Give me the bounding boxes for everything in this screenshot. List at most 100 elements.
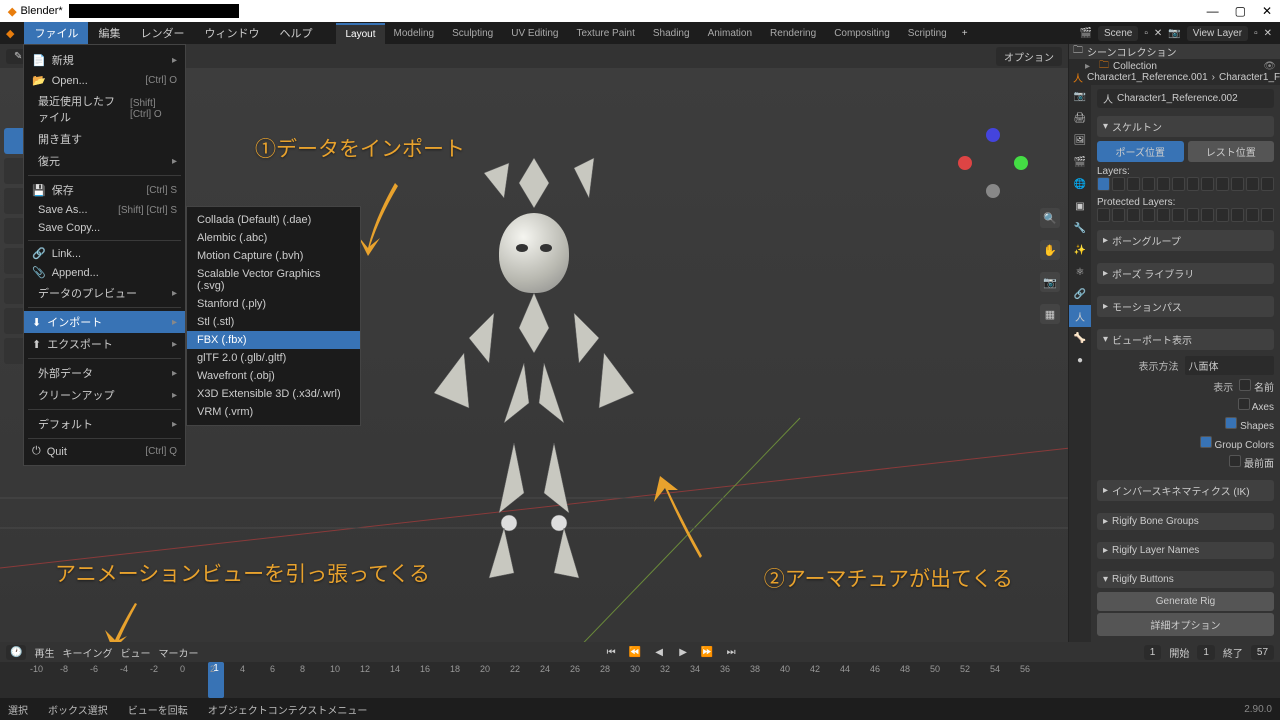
file-open[interactable]: 📂Open...[Ctrl] O bbox=[24, 71, 185, 90]
show-infront-checkbox[interactable] bbox=[1229, 455, 1241, 467]
display-as-dropdown[interactable]: 八面体 bbox=[1185, 356, 1275, 375]
tab-view[interactable]: 🖼 bbox=[1069, 129, 1091, 151]
menu-window[interactable]: ウィンドウ bbox=[194, 22, 269, 44]
tab-armature-data[interactable]: 人 bbox=[1069, 305, 1091, 327]
breadcrumb-2[interactable]: Character1_F bbox=[1219, 72, 1280, 83]
show-groupcolors-checkbox[interactable] bbox=[1200, 436, 1212, 448]
tab-shading[interactable]: Shading bbox=[644, 24, 699, 43]
file-save[interactable]: 💾保存[Ctrl] S bbox=[24, 179, 185, 201]
timeline-track[interactable]: 1 -10-8-6-4-2024681012141618202224262830… bbox=[0, 662, 1280, 698]
import-option[interactable]: Motion Capture (.bvh) bbox=[187, 247, 360, 265]
pose-position-button[interactable]: ポーズ位置 bbox=[1097, 141, 1184, 162]
tab-object[interactable]: ▣ bbox=[1069, 195, 1091, 217]
tab-modeling[interactable]: Modeling bbox=[385, 24, 444, 43]
rest-position-button[interactable]: レスト位置 bbox=[1188, 141, 1275, 162]
file-cleanup[interactable]: クリーンアップ▸ bbox=[24, 384, 185, 406]
outliner[interactable]: 🗀シーンコレクション ▸🗀Collection👁▸▽BLW_DEF.001👁▸📷… bbox=[1069, 44, 1280, 70]
import-option[interactable]: Collada (Default) (.dae) bbox=[187, 211, 360, 229]
outliner-item[interactable]: ▸🗀Collection👁 bbox=[1069, 59, 1280, 70]
section-rigify-bg[interactable]: ▸ Rigify Bone Groups bbox=[1097, 513, 1274, 530]
section-poselib[interactable]: ▸ ポーズ ライブラリ bbox=[1097, 263, 1274, 284]
tab-bone[interactable]: 🦴 bbox=[1069, 327, 1091, 349]
menu-help[interactable]: ヘルプ bbox=[269, 22, 322, 44]
tab-material[interactable]: ● bbox=[1069, 349, 1091, 371]
tab-constraints[interactable]: 🔗 bbox=[1069, 283, 1091, 305]
delete-layer-button[interactable]: ✕ bbox=[1264, 28, 1272, 39]
jump-start-button[interactable]: ⏮ bbox=[603, 644, 619, 660]
advanced-options-button[interactable]: 詳細オプション bbox=[1097, 613, 1274, 636]
maximize-button[interactable]: ▢ bbox=[1235, 4, 1246, 18]
file-recent[interactable]: 最近使用したファイル[Shift] [Ctrl] O bbox=[24, 90, 185, 128]
section-rigify-buttons[interactable]: ▾ Rigify Buttons bbox=[1097, 571, 1274, 588]
properties-panel[interactable]: 人Character1_Reference.002 ▾ スケルトン ポーズ位置 … bbox=[1091, 85, 1280, 642]
tab-sculpting[interactable]: Sculpting bbox=[443, 24, 502, 43]
scene-field[interactable]: Scene bbox=[1098, 26, 1138, 41]
tab-texture[interactable]: Texture Paint bbox=[567, 24, 643, 43]
file-new[interactable]: 📄新規▸ bbox=[24, 49, 185, 71]
import-option[interactable]: Stl (.stl) bbox=[187, 313, 360, 331]
file-defaults[interactable]: デフォルト▸ bbox=[24, 413, 185, 435]
tab-scene[interactable]: 🎬 bbox=[1069, 151, 1091, 173]
nav-gizmo[interactable] bbox=[958, 128, 1028, 198]
file-link[interactable]: 🔗Link... bbox=[24, 244, 185, 263]
file-savecopy[interactable]: Save Copy... bbox=[24, 219, 185, 237]
minimize-button[interactable]: — bbox=[1207, 4, 1219, 18]
tl-keying-menu[interactable]: キーイング bbox=[62, 645, 112, 660]
tab-uv[interactable]: UV Editing bbox=[502, 24, 567, 43]
frame-end[interactable]: 57 bbox=[1251, 645, 1274, 660]
tab-output[interactable]: 🖨 bbox=[1069, 107, 1091, 129]
show-names-checkbox[interactable] bbox=[1239, 379, 1251, 391]
import-option[interactable]: glTF 2.0 (.glb/.gltf) bbox=[187, 349, 360, 367]
show-shapes-checkbox[interactable] bbox=[1225, 417, 1237, 429]
import-option[interactable]: VRM (.vrm) bbox=[187, 403, 360, 421]
new-scene-button[interactable]: ▫ bbox=[1144, 28, 1148, 39]
zoom-icon[interactable]: 🔍 bbox=[1040, 208, 1060, 228]
options-dropdown[interactable]: オプション bbox=[996, 47, 1062, 66]
file-external[interactable]: 外部データ▸ bbox=[24, 362, 185, 384]
play-button[interactable]: ▶ bbox=[675, 644, 691, 660]
frame-current[interactable]: 1 bbox=[1144, 645, 1162, 660]
tab-render[interactable]: 📷 bbox=[1069, 85, 1091, 107]
add-workspace-button[interactable]: + bbox=[956, 25, 974, 42]
tl-marker-menu[interactable]: マーカー bbox=[158, 645, 198, 660]
tab-animation[interactable]: Animation bbox=[699, 24, 761, 43]
tab-modifiers[interactable]: 🔧 bbox=[1069, 217, 1091, 239]
tl-playback-menu[interactable]: 再生 bbox=[34, 645, 54, 660]
show-axes-checkbox[interactable] bbox=[1238, 398, 1250, 410]
file-import[interactable]: ⬇インポート▸ bbox=[24, 311, 185, 333]
datablock-field[interactable]: 人Character1_Reference.002 bbox=[1097, 89, 1274, 108]
persp-icon[interactable]: ▦ bbox=[1040, 304, 1060, 324]
tab-rendering[interactable]: Rendering bbox=[761, 24, 825, 43]
file-append[interactable]: 📎Append... bbox=[24, 263, 185, 282]
section-viewport-display[interactable]: ▾ ビューポート表示 bbox=[1097, 329, 1274, 350]
import-option[interactable]: Stanford (.ply) bbox=[187, 295, 360, 313]
generate-rig-button[interactable]: Generate Rig bbox=[1097, 592, 1274, 611]
tab-scripting[interactable]: Scripting bbox=[899, 24, 956, 43]
jump-end-button[interactable]: ⏭ bbox=[723, 644, 739, 660]
tab-layout[interactable]: Layout bbox=[336, 23, 384, 44]
pan-icon[interactable]: ✋ bbox=[1040, 240, 1060, 260]
file-export[interactable]: ⬆エクスポート▸ bbox=[24, 333, 185, 355]
import-option[interactable]: Scalable Vector Graphics (.svg) bbox=[187, 265, 360, 295]
import-option[interactable]: X3D Extensible 3D (.x3d/.wrl) bbox=[187, 385, 360, 403]
protected-layers-grid[interactable] bbox=[1097, 208, 1274, 222]
file-quit[interactable]: ⏻Quit[Ctrl] Q bbox=[24, 442, 185, 461]
tab-particles[interactable]: ✨ bbox=[1069, 239, 1091, 261]
play-rev-button[interactable]: ◀ bbox=[651, 644, 667, 660]
file-saveas[interactable]: Save As...[Shift] [Ctrl] S bbox=[24, 201, 185, 219]
camera-icon[interactable]: 📷 bbox=[1040, 272, 1060, 292]
new-layer-button[interactable]: ▫ bbox=[1254, 28, 1258, 39]
layers-grid[interactable] bbox=[1097, 177, 1274, 191]
section-skeleton[interactable]: ▾ スケルトン bbox=[1097, 116, 1274, 137]
import-option[interactable]: Alembic (.abc) bbox=[187, 229, 360, 247]
timeline-editor-icon[interactable]: 🕐 bbox=[6, 645, 26, 660]
tab-compositing[interactable]: Compositing bbox=[825, 24, 899, 43]
breadcrumb-1[interactable]: Character1_Reference.001 bbox=[1087, 72, 1208, 83]
section-ik[interactable]: ▸ インバースキネマティクス (IK) bbox=[1097, 480, 1274, 501]
viewlayer-field[interactable]: View Layer bbox=[1187, 26, 1248, 41]
next-key-button[interactable]: ⏩ bbox=[699, 644, 715, 660]
file-recover[interactable]: 復元▸ bbox=[24, 150, 185, 172]
close-button[interactable]: ✕ bbox=[1262, 4, 1272, 18]
menu-file[interactable]: ファイル bbox=[24, 22, 88, 44]
file-revert[interactable]: 開き直す bbox=[24, 128, 185, 150]
